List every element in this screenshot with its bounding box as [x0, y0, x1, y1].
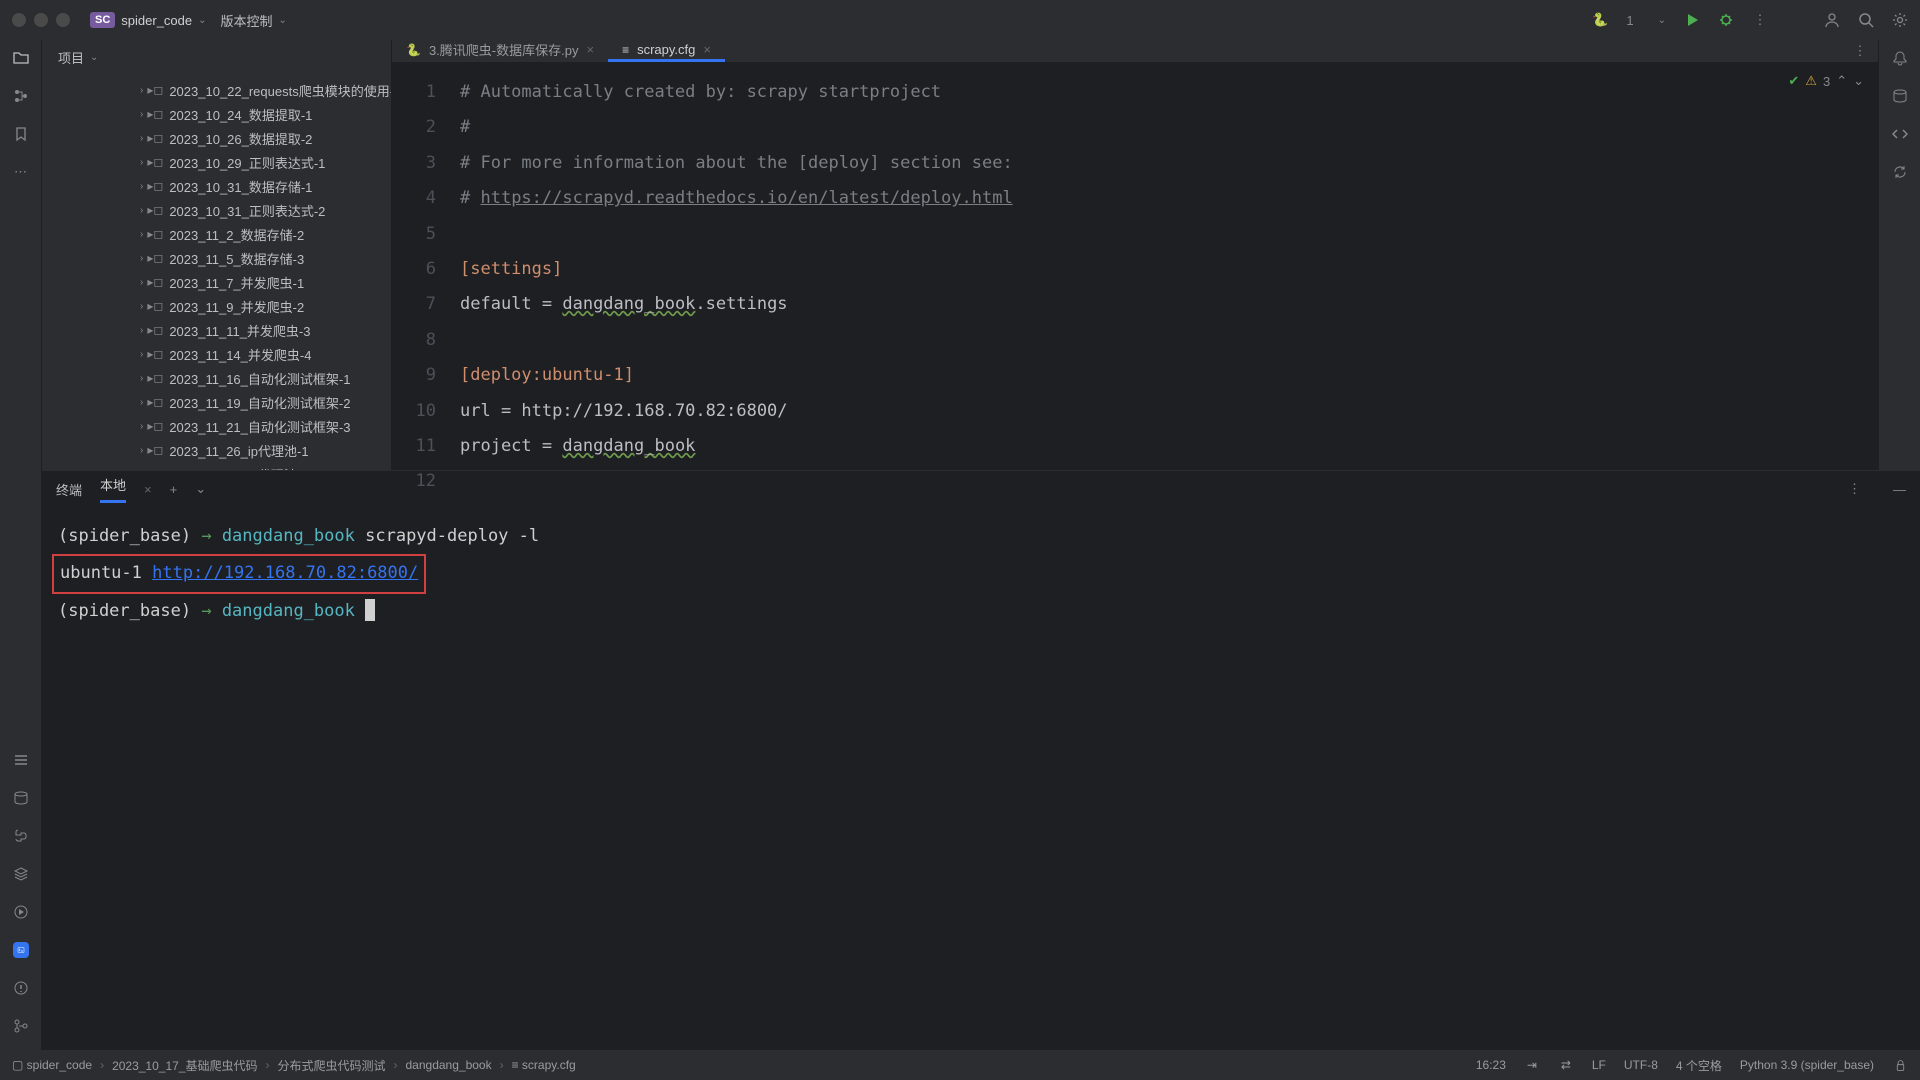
tree-item[interactable]: ›▸◻2023_11_19_自动化测试框架-2 [42, 390, 391, 414]
indent-icon[interactable]: ⇥ [1524, 1057, 1540, 1073]
tree-item[interactable]: ›▸◻2023_11_21_自动化测试框架-3 [42, 414, 391, 438]
lock-icon[interactable] [1892, 1057, 1908, 1073]
user-icon[interactable] [1824, 12, 1840, 28]
terminal-panel: 终端 本地 × + ⌄ ⋮ — (spider_base) → dangdang… [42, 470, 1920, 1050]
services-icon[interactable] [13, 904, 29, 920]
tree-item[interactable]: ›▸◻2023_10_26_数据提取-2 [42, 126, 391, 150]
git-icon[interactable] [13, 1018, 29, 1034]
editor-tabs: 🐍3.腾讯爬虫-数据库保存.py×≡scrapy.cfg× ⋮ [392, 40, 1878, 63]
terminal-title: 终端 [56, 480, 82, 499]
tree-item[interactable]: ›▸◻2023_11_7_并发爬虫-1 [42, 270, 391, 294]
project-name[interactable]: spider_code [121, 13, 192, 28]
tree-item[interactable]: ›▸◻2023_11_2_数据存储-2 [42, 222, 391, 246]
list-icon[interactable] [13, 752, 29, 768]
editor-body[interactable]: 123456789101112 # Automatically created … [392, 63, 1878, 500]
project-badge: SC [90, 12, 115, 28]
breadcrumbs[interactable]: ▢ spider_code›2023_10_17_基础爬虫代码›分布式爬虫代码测… [12, 1057, 576, 1074]
python-icon: 🐍 [1592, 12, 1608, 28]
right-toolbar [1878, 40, 1920, 470]
minimize-icon[interactable]: — [1893, 482, 1906, 497]
deploy-url-link[interactable]: http://192.168.70.82:6800/ [152, 563, 418, 583]
editor-area: 🐍3.腾讯爬虫-数据库保存.py×≡scrapy.cfg× ⋮ 12345678… [392, 40, 1878, 470]
refresh-icon[interactable] [1892, 164, 1908, 180]
code-icon[interactable] [1892, 126, 1908, 142]
terminal-output[interactable]: (spider_base) → dangdang_book scrapyd-de… [42, 507, 1920, 1050]
close-icon[interactable]: × [586, 42, 594, 57]
run-config-badge[interactable]: 1 [1626, 13, 1633, 28]
cursor-position[interactable]: 16:23 [1476, 1058, 1506, 1072]
warning-count: 3 [1823, 74, 1830, 89]
bookmark-icon[interactable] [13, 126, 29, 142]
chevron-down-icon[interactable]: ⌄ [1853, 73, 1864, 89]
line-gutter: 123456789101112 [392, 63, 460, 500]
vcs-menu[interactable]: 版本控制 [221, 11, 273, 30]
tab-more-icon[interactable]: ⋮ [1852, 43, 1868, 59]
database-icon[interactable] [13, 790, 29, 806]
add-tab-icon[interactable]: + [170, 482, 178, 497]
tree-item[interactable]: ›▸◻2023_10_22_requests爬虫模块的使用-2 [42, 78, 391, 102]
titlebar: SC spider_code ⌄ 版本控制 ⌄ 🐍 1 ⌄ ⋮ [0, 0, 1920, 40]
project-sidebar: 项目 ⌄ ›▸◻2023_10_22_requests爬虫模块的使用-2›▸◻2… [42, 40, 392, 470]
notifications-icon[interactable] [1892, 50, 1908, 66]
interpreter[interactable]: Python 3.9 (spider_base) [1740, 1058, 1874, 1072]
gear-icon[interactable] [1892, 12, 1908, 28]
traffic-lights[interactable] [12, 13, 70, 27]
more-icon[interactable]: ⋮ [1752, 12, 1768, 28]
problems-icon[interactable] [13, 980, 29, 996]
statusbar: ▢ spider_code›2023_10_17_基础爬虫代码›分布式爬虫代码测… [0, 1050, 1920, 1080]
tree-item[interactable]: ›▸◻2023_10_31_正则表达式-2 [42, 198, 391, 222]
tree-item[interactable]: ›▸◻2023_11_9_并发爬虫-2 [42, 294, 391, 318]
search-icon[interactable] [1858, 12, 1874, 28]
close-icon[interactable]: × [703, 42, 711, 57]
chevron-down-icon[interactable]: ⌄ [198, 15, 206, 26]
check-icon: ✔ [1788, 73, 1799, 89]
code-content[interactable]: # Automatically created by: scrapy start… [460, 63, 1878, 500]
tree-item[interactable]: ›▸◻2023_10_29_正则表达式-1 [42, 150, 391, 174]
highlighted-output: ubuntu-1 http://192.168.70.82:6800/ [52, 554, 426, 593]
tree-item[interactable]: ›▸◻2023_11_16_自动化测试框架-1 [42, 366, 391, 390]
chevron-down-icon[interactable]: ⌄ [195, 481, 206, 497]
terminal-tab-local[interactable]: 本地 [100, 475, 126, 503]
chevron-up-icon[interactable]: ⌃ [1836, 73, 1847, 89]
project-tree[interactable]: ›▸◻2023_10_22_requests爬虫模块的使用-2›▸◻2023_1… [42, 74, 391, 470]
encoding[interactable]: UTF-8 [1624, 1058, 1658, 1072]
chevron-down-icon[interactable]: ⌄ [279, 15, 287, 26]
terminal-icon[interactable] [13, 942, 29, 958]
terminal-cursor [365, 599, 375, 621]
left-toolbar: ⋯ [0, 40, 42, 1050]
editor-tab[interactable]: ≡scrapy.cfg× [608, 40, 725, 62]
link-icon[interactable]: ⇄ [1558, 1057, 1574, 1073]
indent-setting[interactable]: 4 个空格 [1676, 1057, 1722, 1074]
folder-icon[interactable] [13, 50, 29, 66]
tree-item[interactable]: ›▸◻2023_11_28_ip代理池-2 [42, 462, 391, 470]
chevron-down-icon[interactable]: ⌄ [1658, 15, 1666, 26]
tree-item[interactable]: ›▸◻2023_11_5_数据存储-3 [42, 246, 391, 270]
chevron-down-icon[interactable]: ⌄ [90, 52, 98, 63]
tree-item[interactable]: ›▸◻2023_10_24_数据提取-1 [42, 102, 391, 126]
editor-tab[interactable]: 🐍3.腾讯爬虫-数据库保存.py× [392, 40, 608, 62]
more-icon[interactable]: ⋯ [13, 164, 29, 180]
python-console-icon[interactable] [13, 828, 29, 844]
tree-item[interactable]: ›▸◻2023_10_31_数据存储-1 [42, 174, 391, 198]
tree-item[interactable]: ›▸◻2023_11_11_并发爬虫-3 [42, 318, 391, 342]
warning-icon: ⚠ [1805, 73, 1817, 89]
close-tab-icon[interactable]: × [144, 482, 152, 497]
tree-item[interactable]: ›▸◻2023_11_26_ip代理池-1 [42, 438, 391, 462]
sidebar-title[interactable]: 项目 [58, 48, 84, 67]
debug-icon[interactable] [1718, 12, 1734, 28]
layers-icon[interactable] [13, 866, 29, 882]
line-separator[interactable]: LF [1592, 1058, 1606, 1072]
run-icon[interactable] [1684, 12, 1700, 28]
database-icon[interactable] [1892, 88, 1908, 104]
tree-item[interactable]: ›▸◻2023_11_14_并发爬虫-4 [42, 342, 391, 366]
structure-icon[interactable] [13, 88, 29, 104]
inspection-widget[interactable]: ✔ ⚠ 3 ⌃ ⌄ [1788, 73, 1864, 89]
